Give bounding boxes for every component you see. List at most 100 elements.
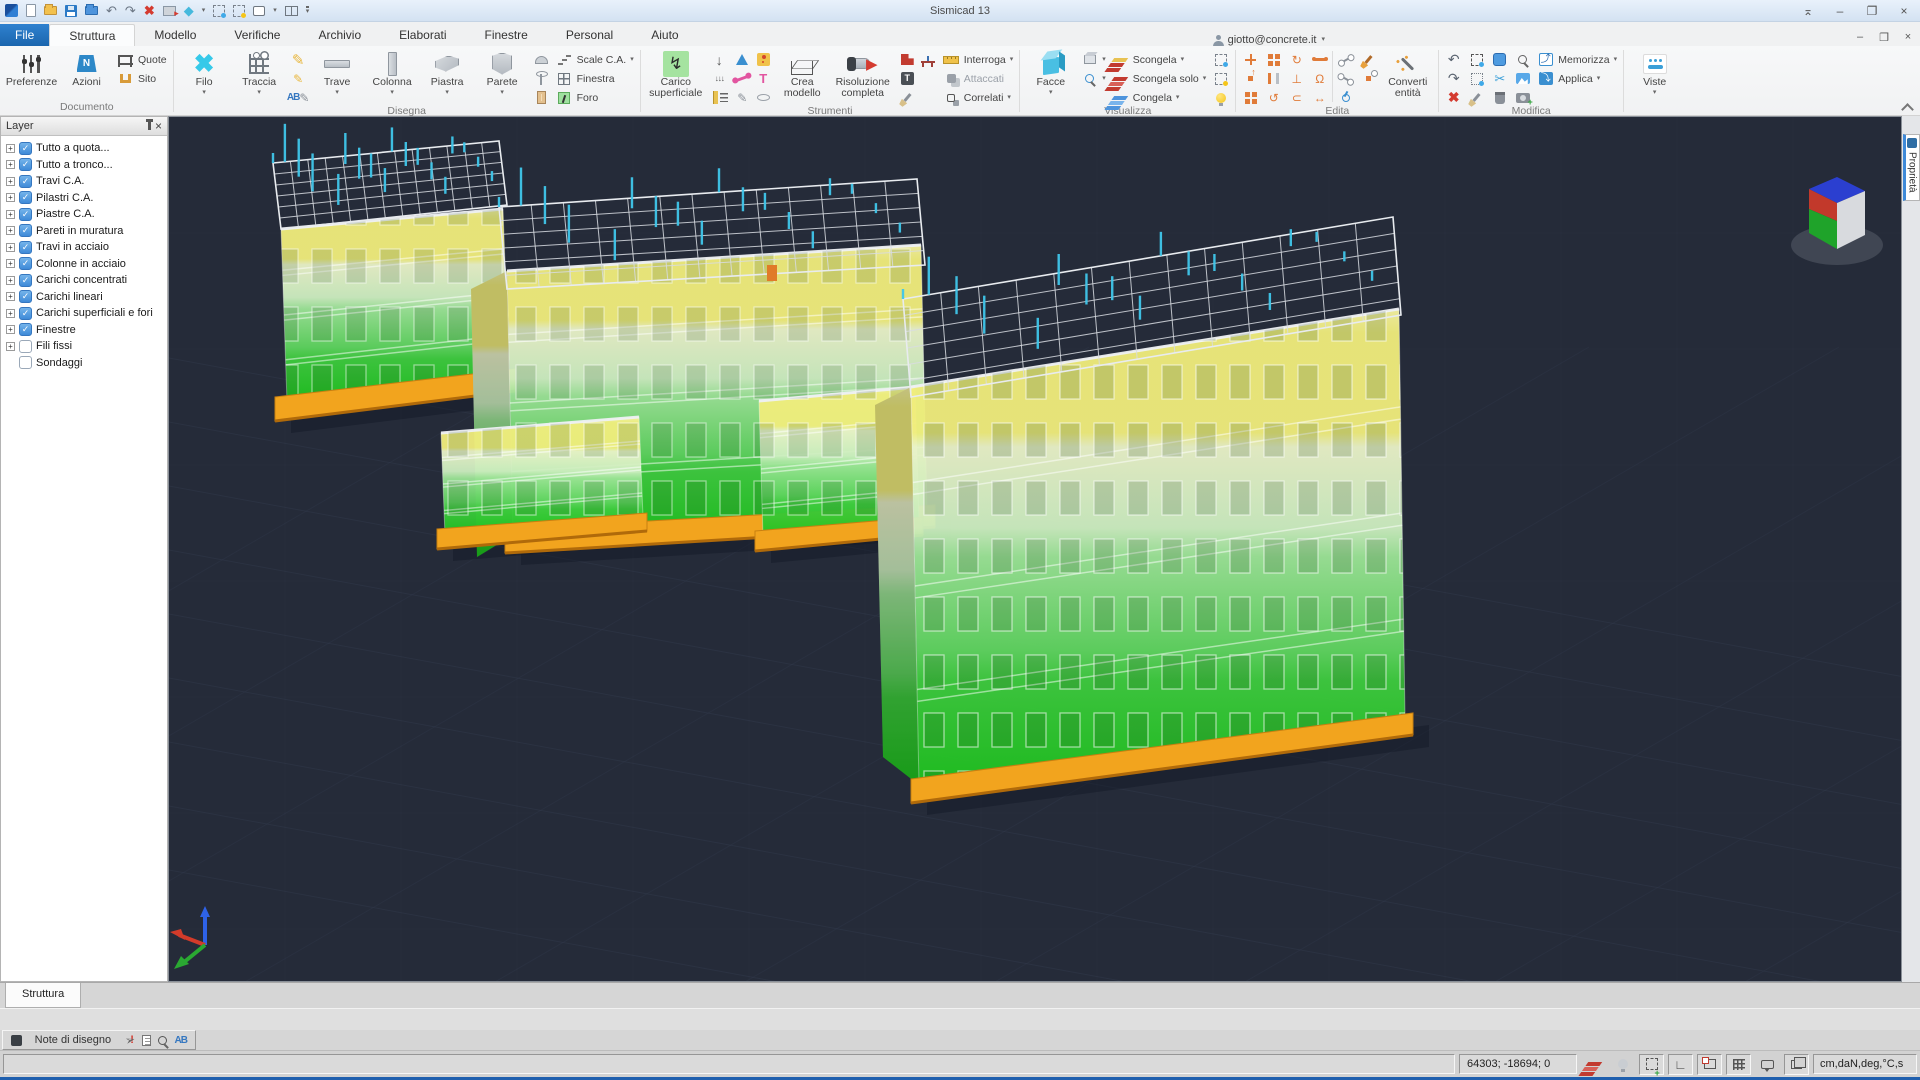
undo-button[interactable]: ↶ — [1442, 52, 1465, 67]
properties-tab[interactable]: Proprietà — [1903, 134, 1920, 201]
interroga-button[interactable]: Interroga ▾ — [940, 52, 1017, 67]
layer-checkbox[interactable]: ✓ — [19, 290, 32, 303]
layer-item[interactable]: +Fili fissi — [3, 338, 167, 355]
foro-button[interactable]: Foro — [553, 90, 637, 105]
viste-button[interactable]: Viste▾ — [1627, 47, 1682, 101]
layer-item[interactable]: +✓Travi C.A. — [3, 173, 167, 190]
rotate-ccw-button[interactable]: ↺ — [1262, 90, 1285, 105]
collapse-ribbon-button[interactable] — [1902, 102, 1912, 112]
pin-icon[interactable] — [148, 122, 151, 130]
expand-icon[interactable]: + — [6, 193, 15, 202]
layer-item[interactable]: +✓Travi in acciaio — [3, 239, 167, 256]
expand-icon[interactable]: + — [6, 243, 15, 252]
clean-button[interactable] — [896, 90, 940, 105]
layer-item[interactable]: +✓Pareti in muratura — [3, 223, 167, 240]
layer-checkbox[interactable]: ✓ — [19, 323, 32, 336]
ribbon-options-button[interactable]: ⌅ — [1792, 0, 1824, 21]
sweep-button[interactable] — [1465, 90, 1488, 105]
open-folder-icon[interactable] — [44, 6, 57, 15]
minimize-button[interactable]: – — [1824, 0, 1856, 21]
layer-item[interactable]: +✓Tutto a quota... — [3, 140, 167, 157]
export-icon[interactable] — [163, 6, 176, 16]
sketch-button[interactable]: ✎ — [731, 90, 775, 105]
delete-icon[interactable]: ✖ — [144, 4, 155, 17]
tab-finestre[interactable]: Finestre — [466, 24, 547, 46]
azioni-button[interactable]: Azioni — [59, 47, 114, 101]
piastra-button[interactable]: Piastra▾ — [420, 47, 475, 105]
redo-button[interactable]: ↷ — [1442, 71, 1465, 86]
expand-icon[interactable]: + — [6, 325, 15, 334]
cursor-icon[interactable]: ➢ — [123, 1032, 136, 1048]
crea-modello-button[interactable]: Crea modello — [775, 47, 830, 105]
archive-folder-icon[interactable] — [85, 6, 98, 15]
snapshot-button[interactable] — [1511, 90, 1534, 105]
document-tab-struttura[interactable]: Struttura — [5, 983, 81, 1008]
close-panel-icon[interactable]: × — [155, 121, 162, 131]
layer-item[interactable]: +✓Finestre — [3, 322, 167, 339]
node-square-button[interactable] — [1357, 71, 1380, 86]
note-text-icon[interactable]: AB — [175, 1035, 187, 1046]
expand-icon[interactable]: + — [6, 226, 15, 235]
polyline-edit-button[interactable] — [1334, 71, 1357, 86]
filo-button[interactable]: ✖ Filo▾ — [177, 47, 232, 105]
draw-polyline-button[interactable]: ✎ — [287, 71, 310, 86]
layer-checkbox[interactable]: ✓ — [19, 158, 32, 171]
layer-item[interactable]: +✓Tutto a tronco... — [3, 157, 167, 174]
layer-item[interactable]: +✓Carichi superficiali e fori — [3, 305, 167, 322]
snap-diamond-icon[interactable]: ◆ — [184, 4, 194, 17]
view-cube-button[interactable]: ▾ — [1078, 52, 1109, 67]
masonry-button[interactable] — [530, 90, 553, 105]
carico-superficiale-button[interactable]: ↯ Carico superficiale — [644, 47, 708, 105]
add-selection-button[interactable] — [1639, 1054, 1664, 1075]
offset-button[interactable]: ⊂ — [1285, 90, 1308, 105]
roof-button[interactable] — [530, 52, 553, 67]
save-icon[interactable] — [65, 5, 77, 17]
tab-verifiche[interactable]: Verifiche — [215, 24, 299, 46]
expand-icon[interactable]: + — [6, 144, 15, 153]
expand-icon[interactable]: + — [6, 309, 15, 318]
close-button[interactable]: × — [1888, 0, 1920, 21]
tab-modello[interactable]: Modello — [135, 24, 215, 46]
tab-archivio[interactable]: Archivio — [299, 24, 380, 46]
applica-button[interactable]: ⤵Applica ▾ — [1534, 71, 1620, 86]
doc-close-button[interactable]: × — [1896, 28, 1920, 46]
copy-button[interactable] — [1239, 71, 1262, 86]
layer-checkbox[interactable]: ✓ — [19, 307, 32, 320]
expand-icon[interactable]: + — [6, 342, 15, 351]
traccia-button[interactable]: Traccia▾ — [232, 47, 287, 105]
tab-file[interactable]: File — [0, 24, 49, 46]
trim-button[interactable] — [1308, 52, 1331, 67]
layer-item[interactable]: +Sondaggi — [3, 355, 167, 372]
layer-checkbox[interactable]: ✓ — [19, 274, 32, 287]
ortho-button[interactable]: ∟ — [1668, 1054, 1693, 1075]
highlight-status-button[interactable] — [1610, 1054, 1635, 1075]
scongela-solo-button[interactable]: Scongela solo ▾ — [1109, 71, 1209, 86]
layer-item[interactable]: +✓Carichi concentrati — [3, 272, 167, 289]
new-window-icon[interactable] — [253, 6, 265, 16]
light-selection-button[interactable] — [1209, 52, 1232, 67]
quote-button[interactable]: Quote — [114, 52, 170, 67]
paint-button[interactable] — [1357, 52, 1380, 67]
array-button[interactable] — [1239, 90, 1262, 105]
preferenze-button[interactable]: Preferenze — [4, 47, 59, 101]
view-3d-button[interactable] — [1784, 1054, 1809, 1075]
layer-checkbox[interactable]: ✓ — [19, 257, 32, 270]
move-button[interactable] — [1239, 52, 1262, 67]
layer-checkbox[interactable]: ✓ — [19, 208, 32, 221]
tile-windows-icon[interactable] — [285, 6, 298, 16]
layer-item[interactable]: +✓Colonne in acciaio — [3, 256, 167, 273]
tab-personal[interactable]: Personal — [547, 24, 632, 46]
layer-item[interactable]: +✓Piastre C.A. — [3, 206, 167, 223]
note-icon[interactable] — [11, 1035, 22, 1046]
viewport[interactable] — [168, 116, 1902, 982]
tab-struttura[interactable]: Struttura — [49, 24, 135, 46]
expand-icon[interactable]: + — [6, 177, 15, 186]
expand-icon[interactable]: + — [6, 160, 15, 169]
snap-button[interactable] — [1697, 1054, 1722, 1075]
image-button[interactable] — [1511, 71, 1534, 86]
chevron-down-icon[interactable]: ▾ — [273, 8, 277, 14]
chevron-down-icon[interactable]: ▾ — [202, 8, 206, 14]
model-3d-view[interactable] — [169, 117, 1901, 981]
zoom-tool-button[interactable] — [1511, 52, 1534, 67]
zoom-circle-button[interactable]: ▾ — [1078, 71, 1109, 86]
